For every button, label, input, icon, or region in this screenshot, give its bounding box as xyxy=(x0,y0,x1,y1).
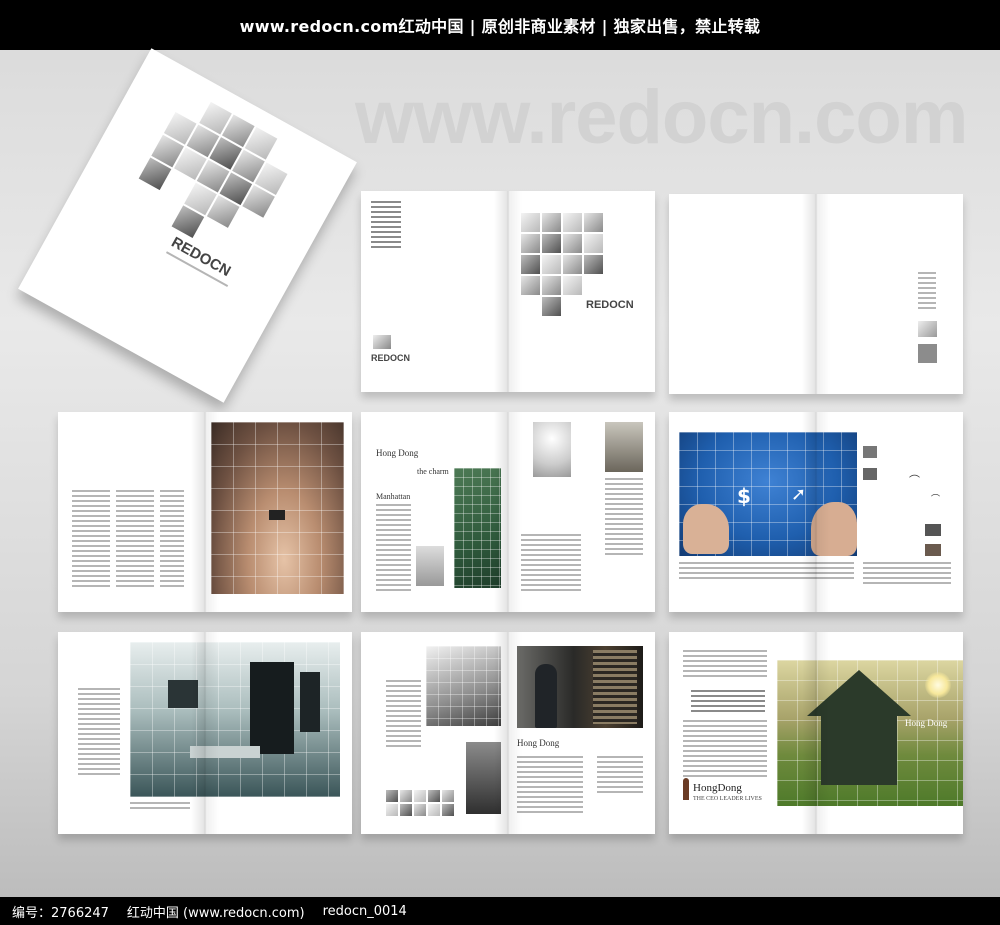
computer-lab-photo xyxy=(130,642,340,797)
bird-icon-1: ⌒ xyxy=(909,474,920,487)
caption-text xyxy=(679,562,854,582)
side-text-lines xyxy=(918,272,936,312)
watermark-text: www.redocn.com xyxy=(355,75,968,160)
bw-photo-bottom xyxy=(466,742,501,814)
bw-photo-top xyxy=(426,646,501,726)
house-icon xyxy=(807,670,911,716)
right-brand: REDOCN xyxy=(586,299,634,311)
spread-chip-hand xyxy=(58,412,352,612)
person-icon xyxy=(683,778,689,800)
chip-icon xyxy=(269,510,285,520)
thumb-photo-2 xyxy=(863,468,877,480)
spread-blank xyxy=(669,194,963,394)
column-text-1 xyxy=(72,490,110,590)
left-brand: REDOCN xyxy=(371,353,411,363)
spread-server-room: Hong Dong xyxy=(361,632,655,834)
footer-code: redocn_0014 xyxy=(322,903,407,919)
mouse-photo xyxy=(533,422,571,477)
spread-house: HongDong THE CEO LEADER LIVES Hong Dong xyxy=(669,632,963,834)
blue-hands-photo: $ ➚ xyxy=(679,432,857,556)
top-text xyxy=(683,650,767,680)
right-column-text xyxy=(521,534,581,594)
column-text-3 xyxy=(160,490,184,590)
grey-square-icon xyxy=(918,344,937,363)
spread-opening: REDOCN REDOCN xyxy=(361,191,655,392)
thumb-photo-3 xyxy=(925,524,941,536)
dollar-icon: $ xyxy=(737,484,751,508)
thumb-icon xyxy=(918,321,937,337)
bird-icon-2: ⌒ xyxy=(931,495,941,505)
left-logo-icon xyxy=(373,335,391,349)
sub-heading-manhattan: Manhattan xyxy=(376,492,411,501)
column-text xyxy=(376,504,411,594)
thumb-photo-1 xyxy=(863,446,877,458)
small-tile-strip xyxy=(386,790,454,816)
monitor-1 xyxy=(250,662,294,754)
circuit-board-photo xyxy=(454,468,501,588)
sub-heading-charm: the charm xyxy=(417,467,449,476)
spread-computer-lab xyxy=(58,632,352,834)
thumb-photo-4 xyxy=(925,544,941,556)
top-banner: www.redocn.com红动中国 | 原创非商业素材 | 独家出售，禁止转载 xyxy=(0,0,1000,50)
spread-circuit: Hong Dong the charm Manhattan xyxy=(361,412,655,612)
intro-text-lines xyxy=(371,201,401,251)
right-column-text xyxy=(863,562,951,587)
engineer-figure xyxy=(535,664,557,728)
right-hand xyxy=(811,502,857,556)
footer-id: 编号：2766247 xyxy=(12,905,109,921)
body-text xyxy=(683,720,767,780)
house-heading: Hong Dong xyxy=(905,718,948,728)
footer-bar: 编号：2766247 红动中国 (www.redocn.com) redocn_… xyxy=(0,897,1000,925)
monitor-3 xyxy=(168,680,198,708)
server-room-photo xyxy=(517,646,643,728)
banner-title: www.redocn.com红动中国 | 原创非商业素材 | 独家出售，禁止转载 xyxy=(239,17,761,36)
brochure-cover: REDOCN xyxy=(18,48,357,403)
house-photo: Hong Dong xyxy=(777,660,963,806)
cover-tile-graphic xyxy=(126,89,300,263)
quote-text xyxy=(691,690,765,715)
right-column-text xyxy=(597,756,643,796)
body-text xyxy=(517,756,583,816)
spread-blue-business: $ ➚ ⌒ ⌒ xyxy=(669,412,963,612)
monitor-2 xyxy=(300,672,320,732)
footer-site: 红动中国 (www.redocn.com) xyxy=(126,905,305,921)
left-heading: HongDong xyxy=(693,782,742,794)
column-text xyxy=(78,688,120,778)
far-right-text xyxy=(605,478,643,558)
spread-heading: Hong Dong xyxy=(376,448,419,458)
arrow-icon: ➚ xyxy=(791,484,807,505)
left-hand xyxy=(683,504,729,554)
hand-chip-photo xyxy=(211,422,344,594)
left-tagline: THE CEO LEADER LIVES xyxy=(693,796,762,802)
keyboard xyxy=(190,746,260,758)
column-text xyxy=(386,680,421,750)
column-text-2 xyxy=(116,490,154,590)
landscape-photo xyxy=(605,422,643,472)
caption-text xyxy=(130,802,190,812)
sun-icon xyxy=(925,672,951,698)
finger-photo xyxy=(416,546,444,586)
spread-heading: Hong Dong xyxy=(517,738,560,748)
